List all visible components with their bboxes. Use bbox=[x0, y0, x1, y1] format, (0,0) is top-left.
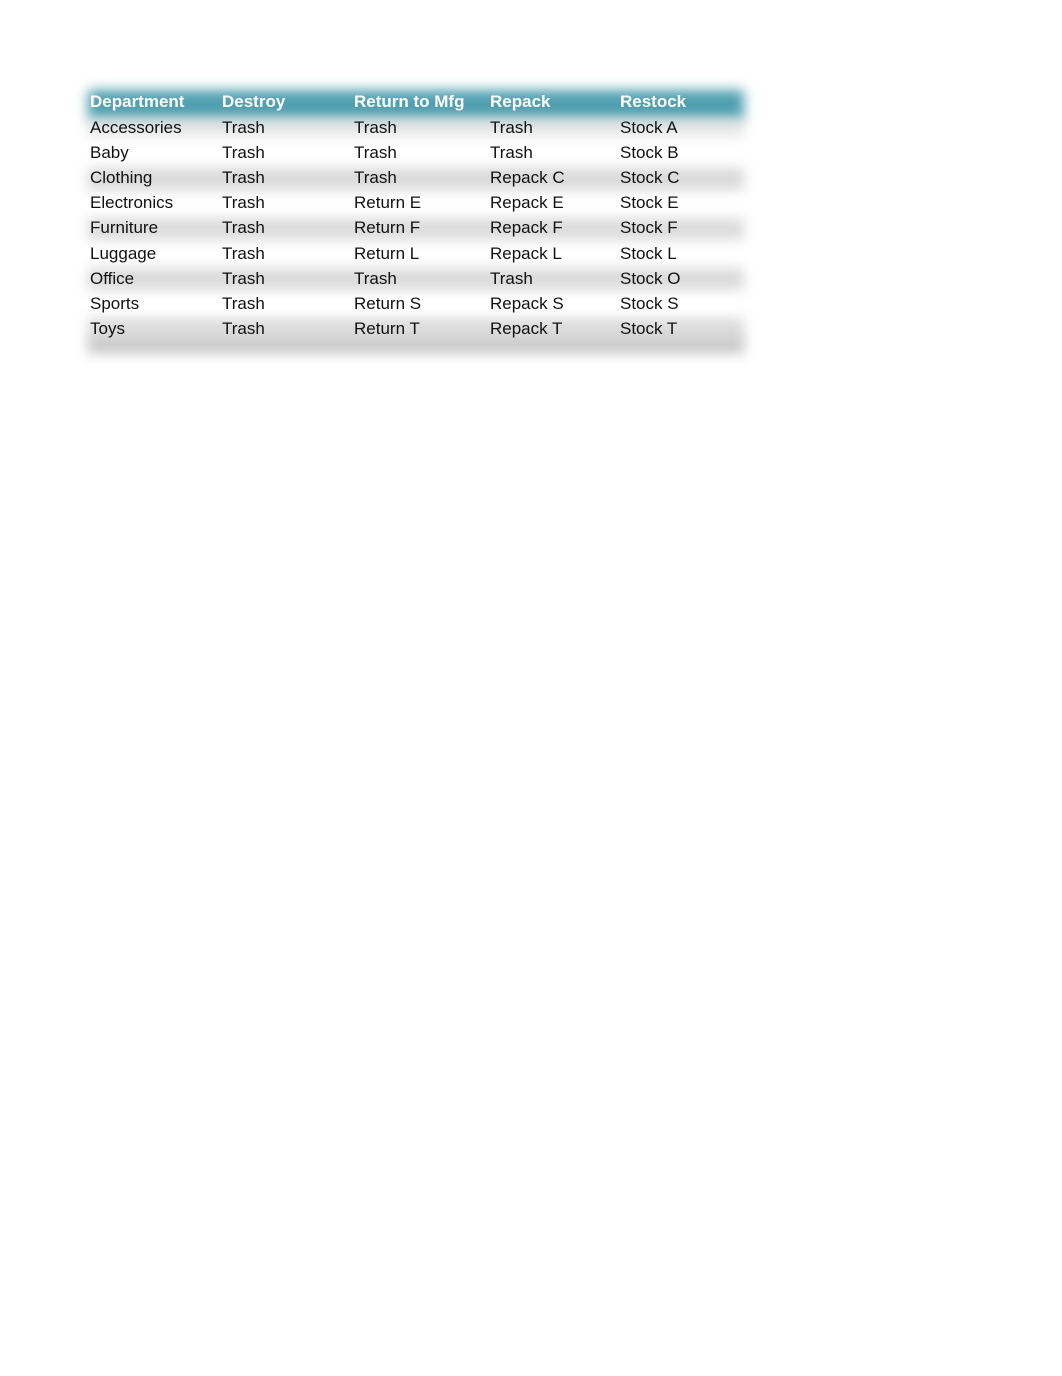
department-cell: Accessories bbox=[90, 117, 182, 137]
department-cell: Clothing bbox=[90, 167, 153, 187]
return-to-mfg-cell: Return E bbox=[354, 193, 422, 213]
restock-cell: Stock T bbox=[620, 318, 678, 338]
department-cell: Baby bbox=[90, 142, 129, 162]
return-to-mfg-cell: Trash bbox=[354, 167, 397, 187]
department-cell: Furniture bbox=[90, 218, 159, 238]
column-header-restock: Restock bbox=[620, 91, 687, 111]
repack-cell: Repack T bbox=[490, 318, 563, 338]
table-row: Baby Trash Trash Trash Stock B bbox=[84, 140, 748, 165]
column-header-repack: Repack bbox=[490, 91, 551, 111]
restock-cell: Stock B bbox=[620, 142, 679, 162]
destroy-cell: Trash bbox=[222, 193, 265, 213]
restock-cell: Stock A bbox=[620, 117, 678, 137]
table-row: Office Trash Trash Trash Stock O bbox=[84, 266, 748, 291]
repack-cell: Repack E bbox=[490, 193, 564, 213]
repack-cell: Repack C bbox=[490, 167, 565, 187]
repack-cell: Repack L bbox=[490, 243, 562, 263]
return-to-mfg-cell: Return S bbox=[354, 293, 422, 313]
return-to-mfg-cell: Return T bbox=[354, 318, 420, 338]
department-cell: Luggage bbox=[90, 243, 157, 263]
disposition-table-container: Department Destroy Return to Mfg Repack … bbox=[84, 88, 748, 354]
table-row: Luggage Trash Return L Repack L Stock L bbox=[84, 241, 748, 266]
destroy-cell: Trash bbox=[222, 243, 265, 263]
return-to-mfg-cell: Trash bbox=[354, 142, 397, 162]
table-header-row: Department Destroy Return to Mfg Repack … bbox=[84, 88, 748, 115]
restock-cell: Stock L bbox=[620, 243, 677, 263]
table-row: Furniture Trash Return F Repack F Stock … bbox=[84, 216, 748, 241]
destroy-cell: Trash bbox=[222, 142, 265, 162]
return-to-mfg-cell: Trash bbox=[354, 268, 397, 288]
department-cell: Toys bbox=[90, 318, 125, 338]
destroy-cell: Trash bbox=[222, 268, 265, 288]
department-cell: Sports bbox=[90, 293, 140, 313]
destroy-cell: Trash bbox=[222, 293, 265, 313]
restock-cell: Stock F bbox=[620, 218, 678, 238]
column-header-destroy: Destroy bbox=[222, 91, 286, 111]
repack-cell: Repack F bbox=[490, 218, 563, 238]
return-to-mfg-cell: Return L bbox=[354, 243, 420, 263]
repack-cell: Repack S bbox=[490, 293, 564, 313]
column-header-department: Department bbox=[90, 91, 185, 111]
restock-cell: Stock S bbox=[620, 293, 679, 313]
repack-cell: Trash bbox=[490, 117, 533, 137]
destroy-cell: Trash bbox=[222, 218, 265, 238]
table-row: Toys Trash Return T Repack T Stock T bbox=[84, 317, 748, 347]
table-row: Clothing Trash Trash Repack C Stock C bbox=[84, 165, 748, 190]
destroy-cell: Trash bbox=[222, 167, 265, 187]
destroy-cell: Trash bbox=[222, 117, 265, 137]
column-header-return-to-mfg: Return to Mfg bbox=[354, 91, 465, 111]
repack-cell: Trash bbox=[490, 268, 533, 288]
restock-cell: Stock C bbox=[620, 167, 680, 187]
department-cell: Office bbox=[90, 268, 135, 288]
return-to-mfg-cell: Return F bbox=[354, 218, 421, 238]
restock-cell: Stock E bbox=[620, 193, 679, 213]
disposition-table: Department Destroy Return to Mfg Repack … bbox=[84, 88, 748, 347]
return-to-mfg-cell: Trash bbox=[354, 117, 397, 137]
table-row: Sports Trash Return S Repack S Stock S bbox=[84, 291, 748, 316]
destroy-cell: Trash bbox=[222, 318, 265, 338]
restock-cell: Stock O bbox=[620, 268, 681, 288]
repack-cell: Trash bbox=[490, 142, 533, 162]
department-cell: Electronics bbox=[90, 193, 174, 213]
table-row: Electronics Trash Return E Repack E Stoc… bbox=[84, 191, 748, 216]
table-row: Accessories Trash Trash Trash Stock A bbox=[84, 115, 748, 140]
